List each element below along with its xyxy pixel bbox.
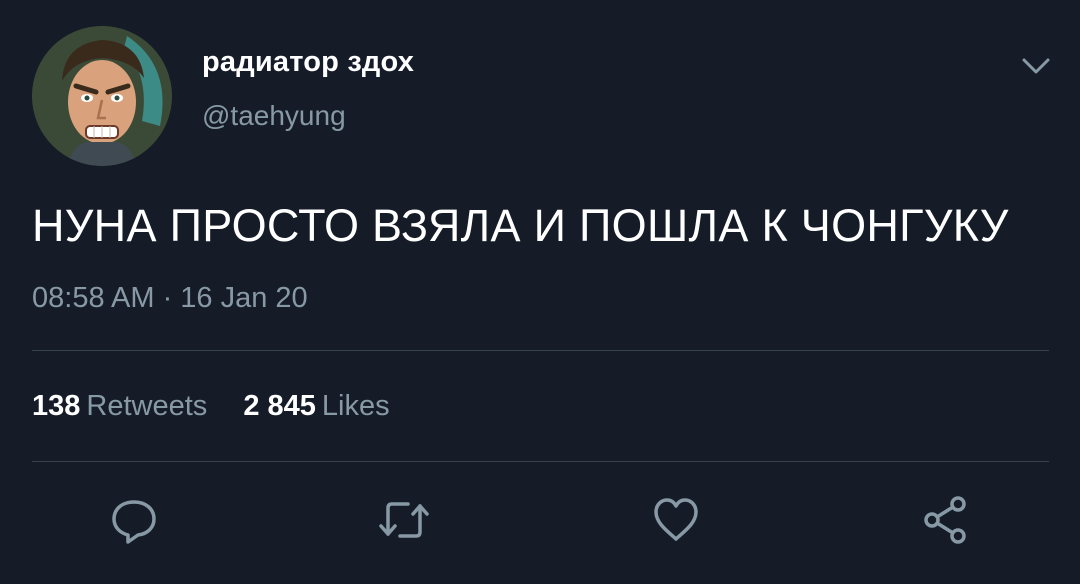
avatar[interactable] [32, 26, 172, 166]
display-name[interactable]: радиатор здох [202, 46, 414, 79]
retweet-arrows-icon [379, 502, 429, 538]
share-button[interactable] [920, 494, 972, 546]
user-handle[interactable]: @taehyung [202, 100, 346, 132]
chevron-down-icon [1022, 58, 1050, 74]
tweet-text: НУНА ПРОСТО ВЗЯЛА И ПОШЛА К ЧОНГУКУ [32, 200, 1009, 251]
likes-count: 2 845 [243, 390, 316, 422]
heart-icon [654, 498, 698, 541]
retweets-label: Retweets [86, 390, 208, 422]
share-nodes-icon [924, 496, 966, 544]
avatar-portrait-icon [32, 26, 172, 166]
retweet-button[interactable] [378, 494, 430, 546]
likes-label: Likes [321, 390, 390, 422]
divider [32, 350, 1049, 351]
retweets-count: 138 [32, 390, 81, 422]
speech-bubble-icon [112, 500, 156, 544]
likes-stat[interactable]: 2 845 Likes [243, 390, 389, 423]
like-button[interactable] [650, 494, 702, 546]
reply-button[interactable] [108, 494, 160, 546]
tweet-stats: 138 Retweets 2 845 Likes [32, 390, 418, 423]
tweet-timestamp[interactable]: 08:58 AM · 16 Jan 20 [32, 282, 308, 315]
tweet-detail: радиатор здох @taehyung НУНА ПРОСТО ВЗЯЛ… [0, 0, 1080, 584]
retweets-stat[interactable]: 138 Retweets [32, 390, 207, 423]
more-options-button[interactable] [1018, 52, 1054, 80]
divider [32, 461, 1049, 462]
